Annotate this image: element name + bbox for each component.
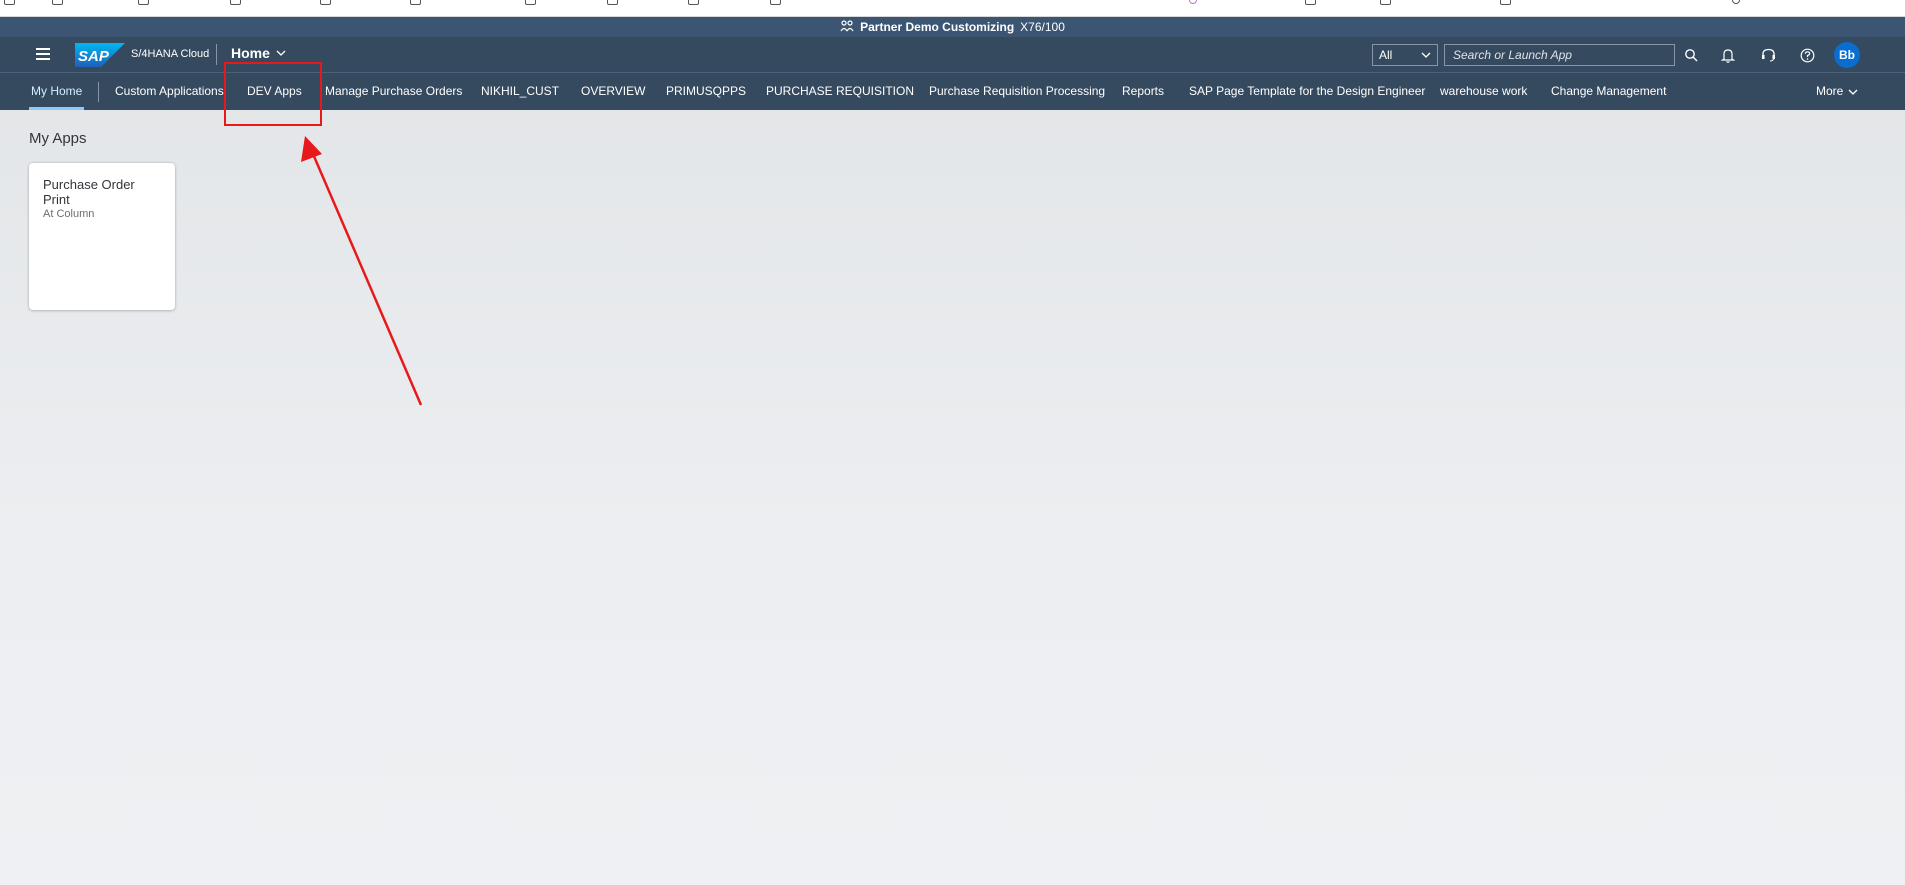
bookmark-icon[interactable] [52, 0, 63, 5]
bookmark-icon[interactable] [1380, 0, 1391, 5]
help-icon[interactable] [1798, 46, 1816, 64]
users-icon [840, 19, 854, 35]
bookmark-icon[interactable] [770, 0, 781, 5]
section-title: My Apps [29, 130, 87, 147]
search-icon[interactable] [1682, 46, 1700, 64]
shell-divider [216, 44, 217, 65]
bookmark-icon[interactable] [1305, 0, 1316, 5]
home-menu-label: Home [231, 45, 270, 61]
home-menu-button[interactable]: Home [231, 45, 286, 61]
tab-primusqpps[interactable]: PRIMUSQPPS [666, 73, 746, 110]
bookmark-icon[interactable] [688, 0, 699, 5]
bookmark-icon[interactable] [410, 0, 421, 5]
tab-manage-purchase-orders[interactable]: Manage Purchase Orders [325, 73, 462, 110]
bookmark-icon[interactable] [138, 0, 149, 5]
bookmark-icon[interactable] [1500, 0, 1511, 5]
search-scope-select[interactable]: All [1372, 44, 1438, 66]
tab-purchase-requisition-processing[interactable]: Purchase Requisition Processing [929, 73, 1105, 110]
avatar-initials: Bb [1839, 48, 1855, 62]
sap-logo[interactable]: SAP [75, 43, 125, 67]
support-icon[interactable] [1759, 46, 1777, 64]
tile-subtitle: At Column [43, 208, 95, 220]
tab-purchase-requisition[interactable]: PURCHASE REQUISITION [766, 73, 914, 110]
sap-logo-text: SAP [78, 48, 110, 65]
bookmark-icon[interactable] [4, 0, 15, 5]
system-client: X76/100 [1020, 20, 1065, 34]
tab-custom-applications[interactable]: Custom Applications [115, 73, 224, 110]
bookmark-icon[interactable] [607, 0, 618, 5]
bookmark-icon[interactable] [230, 0, 241, 5]
bell-icon[interactable] [1719, 46, 1737, 64]
bookmark-icon[interactable] [320, 0, 331, 5]
tab-my-home[interactable]: My Home [28, 73, 85, 110]
menu-icon[interactable] [36, 48, 50, 60]
annotation-highlight-box [224, 62, 322, 126]
chevron-down-icon [1848, 89, 1858, 95]
tab-overview[interactable]: OVERVIEW [581, 73, 645, 110]
product-name: S/4HANA Cloud [131, 48, 210, 60]
tile-title: Purchase Order Print [43, 177, 135, 207]
tab-change-management[interactable]: Change Management [1551, 73, 1666, 110]
more-tabs-button[interactable]: More [1816, 73, 1858, 110]
system-info-bar: Partner Demo Customizing X76/100 [0, 17, 1905, 37]
tab-warehouse-work[interactable]: warehouse work [1440, 73, 1527, 110]
annotation-arrow [301, 136, 423, 406]
nav-divider [98, 82, 99, 102]
search-scope-value: All [1379, 48, 1393, 62]
system-name: Partner Demo Customizing [860, 20, 1015, 34]
tab-nikhil-cust[interactable]: NIKHIL_CUST [481, 73, 559, 110]
chevron-down-icon [276, 50, 286, 56]
bookmark-icon[interactable] [525, 0, 536, 5]
more-label: More [1816, 84, 1844, 98]
app-tile-purchase-order-print[interactable]: Purchase Order Print At Column [29, 163, 175, 310]
user-avatar[interactable]: Bb [1834, 42, 1860, 68]
chevron-down-icon [1421, 52, 1431, 58]
bookmark-icon[interactable] [1732, 0, 1740, 4]
tab-reports[interactable]: Reports [1122, 73, 1164, 110]
browser-bookmarks-strip [0, 0, 1905, 17]
search-input[interactable] [1444, 44, 1675, 66]
tab-sap-page-template[interactable]: SAP Page Template for the Design Enginee… [1189, 73, 1425, 110]
bookmark-icon[interactable] [1189, 0, 1197, 4]
